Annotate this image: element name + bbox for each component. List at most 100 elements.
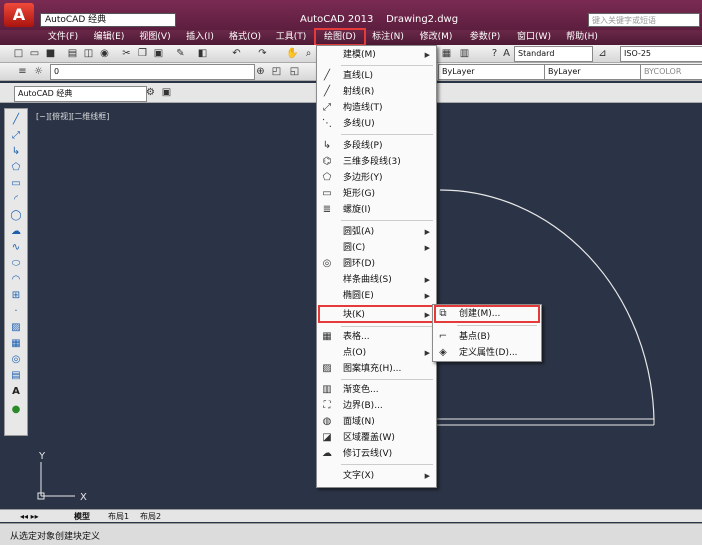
menu-edit[interactable]: 编辑(E)	[86, 30, 132, 45]
new-icon[interactable]: □	[12, 47, 25, 60]
tab-layout2[interactable]: 布局2	[140, 510, 161, 523]
make-current-icon[interactable]: ⊕	[254, 65, 267, 78]
table-tool-icon[interactable]: ▤	[9, 369, 23, 383]
circle-tool-icon[interactable]: ◯	[9, 209, 23, 223]
layer-previous-icon[interactable]: ◰	[270, 65, 283, 78]
layer-state-icon[interactable]: ◱	[288, 65, 301, 78]
cut-icon[interactable]: ✂	[120, 47, 133, 60]
rectangle-tool-icon[interactable]: ▭	[9, 177, 23, 191]
region-tool-icon[interactable]: ◎	[9, 353, 23, 367]
draw-menu-3dpoly[interactable]: ⌬ 三维多段线(3)	[317, 154, 436, 170]
redo-icon[interactable]: ↷	[256, 47, 269, 60]
paste-icon[interactable]: ▣	[152, 47, 165, 60]
draw-menu-revcloud[interactable]: ☁ 修订云线(V)	[317, 446, 436, 462]
gradient-tool-icon[interactable]: ▦	[9, 337, 23, 351]
block-base-point[interactable]: ⌐ 基点(B)	[433, 329, 541, 345]
lineweight-combo[interactable]: ByLayer	[544, 64, 641, 80]
layer-manager-icon[interactable]: ≡	[16, 65, 29, 78]
polygon-tool-icon[interactable]: ⬠	[9, 161, 23, 175]
draw-menu-mline[interactable]: ⋱ 多线(U)	[317, 116, 436, 132]
workspace-combo[interactable]: AutoCAD 经典	[14, 86, 147, 102]
workspace-settings-icon[interactable]: ⚙	[144, 86, 157, 99]
arc-tool-icon[interactable]: ◜	[9, 193, 23, 207]
menu-help[interactable]: 帮助(H)	[558, 30, 606, 45]
search-input[interactable]: 键入关键字或短语	[588, 13, 700, 27]
draw-menu-spline[interactable]: 样条曲线(S) ▶	[317, 272, 436, 288]
calculator-icon[interactable]: ▥	[458, 47, 471, 60]
draw-menu-polygon[interactable]: ⬠ 多边形(Y)	[317, 170, 436, 186]
draw-menu-modeling[interactable]: 建模(M) ▶	[317, 47, 436, 63]
preview-icon[interactable]: ◫	[82, 47, 95, 60]
draw-menu-hatch[interactable]: ▨ 图案填充(H)...	[317, 361, 436, 377]
copy-icon[interactable]: ❐	[136, 47, 149, 60]
draw-menu-ellipse[interactable]: 椭圆(E) ▶	[317, 288, 436, 304]
draw-menu-helix[interactable]: ≣ 螺旋(I)	[317, 202, 436, 218]
dim-style-combo[interactable]: ISO-25	[620, 46, 702, 62]
draw-menu-line[interactable]: ╱ 直线(L)	[317, 68, 436, 84]
base-point-icon: ⌐	[438, 331, 448, 342]
application-button[interactable]: A	[4, 3, 34, 27]
menu-separator	[341, 220, 433, 221]
workspace-save-icon[interactable]: ▣	[160, 86, 173, 99]
draw-menu-xline[interactable]: ⤢ 构造线(T)	[317, 100, 436, 116]
pan-icon[interactable]: ✋	[286, 47, 299, 60]
plotstyle-combo[interactable]: BYCOLOR	[640, 64, 702, 80]
workspace-switcher[interactable]: AutoCAD 经典	[40, 13, 176, 27]
zoom-realtime-icon[interactable]: ⌕	[302, 47, 315, 60]
draw-menu-ray[interactable]: ╱ 射线(R)	[317, 84, 436, 100]
tab-model[interactable]: 模型	[74, 510, 90, 523]
ellipse-tool-icon[interactable]: ⬭	[9, 257, 23, 271]
block-define-attribute[interactable]: ◈ 定义属性(D)...	[433, 345, 541, 361]
draw-menu-wipeout[interactable]: ◪ 区域覆盖(W)	[317, 430, 436, 446]
draw-menu-gradient[interactable]: ▥ 渐变色...	[317, 382, 436, 398]
draw-menu-rectangle[interactable]: ▭ 矩形(G)	[317, 186, 436, 202]
tab-nav-arrows[interactable]: ◂◂ ▸▸	[20, 510, 39, 523]
draw-menu-donut[interactable]: ◎ 圆环(D)	[317, 256, 436, 272]
draw-menu-table[interactable]: ▦ 表格...	[317, 329, 436, 345]
properties-icon[interactable]: ▦	[440, 47, 453, 60]
menu-dimension[interactable]: 标注(N)	[366, 30, 410, 45]
spline-tool-icon[interactable]: ∿	[9, 241, 23, 255]
menu-parametric[interactable]: 参数(P)	[462, 30, 508, 45]
menu-tools[interactable]: 工具(T)	[268, 30, 314, 45]
draw-menu-text[interactable]: 文字(X) ▶	[317, 468, 436, 484]
menu-modify[interactable]: 修改(M)	[412, 30, 460, 45]
draw-menu-point[interactable]: 点(O) ▶	[317, 345, 436, 361]
draw-menu-circle[interactable]: 圆(C) ▶	[317, 240, 436, 256]
xline-tool-icon[interactable]: ⤢	[9, 129, 23, 143]
point-tool-icon[interactable]: ·	[9, 305, 23, 319]
lightbulb-icon: ☼	[34, 66, 43, 77]
menu-view[interactable]: 视图(V)	[132, 30, 178, 45]
menu-window[interactable]: 窗口(W)	[510, 30, 558, 45]
line-tool-icon[interactable]: ╱	[9, 113, 23, 127]
mtext-tool-icon[interactable]: A	[9, 385, 23, 399]
save-icon[interactable]: ■	[44, 47, 57, 60]
draw-menu-pline[interactable]: ↳ 多段线(P)	[317, 138, 436, 154]
block-item-red-frame	[318, 305, 435, 323]
draw-menu-boundary[interactable]: ⛶ 边界(B)...	[317, 398, 436, 414]
hatch-tool-icon[interactable]: ▨	[9, 321, 23, 335]
print-icon[interactable]: ▤	[66, 47, 79, 60]
undo-icon[interactable]: ↶	[230, 47, 243, 60]
viewport-label[interactable]: [−][俯视][二维线框]	[36, 111, 109, 122]
menu-file[interactable]: 文件(F)	[40, 30, 86, 45]
ucs-x-label: X	[80, 492, 87, 503]
layer-combo[interactable]: 0	[50, 64, 255, 80]
publish-icon[interactable]: ◉	[98, 47, 111, 60]
ellipse-arc-tool-icon[interactable]: ◠	[9, 273, 23, 287]
revcloud-tool-icon[interactable]: ☁	[9, 225, 23, 239]
open-icon[interactable]: ▭	[28, 47, 41, 60]
draw-menu-arc[interactable]: 圆弧(A) ▶	[317, 224, 436, 240]
menu-insert[interactable]: 插入(I)	[178, 30, 222, 45]
linetype-combo[interactable]: ByLayer	[438, 64, 545, 80]
insert-block-tool-icon[interactable]: ⊞	[9, 289, 23, 303]
pline-icon: ↳	[322, 140, 332, 151]
menu-format[interactable]: 格式(O)	[222, 30, 268, 45]
match-properties-icon[interactable]: ✎	[174, 47, 187, 60]
text-style-combo[interactable]: Standard	[514, 46, 593, 62]
block-editor-icon[interactable]: ◧	[196, 47, 209, 60]
tab-layout1[interactable]: 布局1	[108, 510, 129, 523]
pline-tool-icon[interactable]: ↳	[9, 145, 23, 159]
add-selected-tool-icon[interactable]: ●	[9, 403, 23, 417]
draw-menu-region[interactable]: ◍ 面域(N)	[317, 414, 436, 430]
